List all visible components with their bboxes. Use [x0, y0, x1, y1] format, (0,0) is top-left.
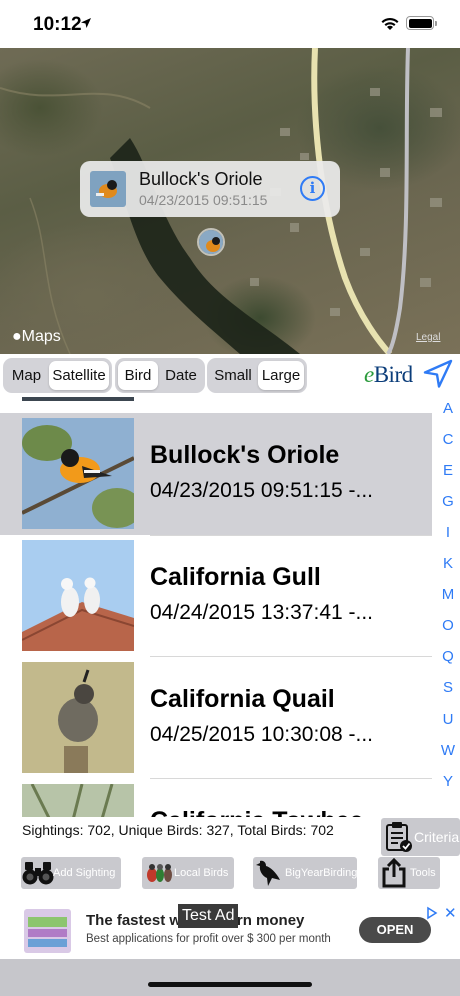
- size-small-segment[interactable]: Small: [210, 361, 256, 390]
- sort-segmented-control[interactable]: Bird Date: [115, 358, 205, 393]
- sort-date-segment[interactable]: Date: [160, 361, 202, 390]
- ebird-logo: eBird: [364, 362, 413, 387]
- map-type-segmented-control[interactable]: Map Satellite: [3, 358, 112, 393]
- map-pin-bird[interactable]: [197, 228, 225, 256]
- ad-banner[interactable]: The fastest way to earn money Best appli…: [0, 903, 460, 959]
- binoculars-icon: [22, 862, 54, 885]
- bird-thumbnail: [22, 418, 134, 529]
- index-letter-w[interactable]: W: [436, 742, 460, 759]
- table-row[interactable]: Bullock's Oriole 04/23/2015 09:51:15 -..…: [0, 413, 432, 535]
- table-row[interactable]: California Towhee: [0, 779, 432, 817]
- callout-bird-thumbnail: [90, 171, 126, 207]
- share-icon: [382, 858, 406, 888]
- callout-subtitle: 04/23/2015 09:51:15: [139, 192, 268, 208]
- index-letter-c[interactable]: C: [436, 431, 460, 448]
- index-letter-g[interactable]: G: [436, 493, 460, 510]
- bird-name: California Quail: [150, 685, 335, 713]
- bird-thumbnail: [22, 662, 134, 773]
- map-callout[interactable]: Bullock's Oriole 04/23/2015 09:51:15 i: [80, 161, 340, 217]
- wifi-icon: [381, 17, 399, 30]
- index-letter-o[interactable]: O: [436, 617, 460, 634]
- row-divider: [150, 535, 432, 536]
- sighting-datetime: 04/24/2015 13:37:41 -...: [150, 601, 374, 624]
- index-letter-y[interactable]: Y: [436, 773, 460, 790]
- index-letter-a[interactable]: A: [436, 400, 460, 417]
- bird-silhouette-icon: [256, 860, 280, 886]
- location-arrow-icon: [81, 18, 91, 28]
- adchoices-icon[interactable]: [425, 906, 439, 920]
- home-indicator[interactable]: [148, 982, 312, 987]
- big-year-birding-button[interactable]: BigYearBirding: [253, 857, 357, 889]
- birds-icon: [147, 864, 172, 882]
- index-letter-i[interactable]: I: [436, 524, 460, 541]
- ad-open-button[interactable]: OPEN: [359, 917, 431, 943]
- bird-name: California Gull: [150, 563, 321, 591]
- ad-thumbnail: [24, 909, 71, 953]
- maps-attribution: ●Maps: [12, 328, 61, 345]
- sighting-datetime: 04/23/2015 09:51:15 -...: [150, 479, 374, 502]
- index-letter-m[interactable]: M: [436, 586, 460, 603]
- table-row[interactable]: California Quail 04/25/2015 10:30:08 -..…: [0, 657, 432, 779]
- callout-title: Bullock's Oriole: [139, 169, 263, 189]
- sighting-datetime: 04/25/2015 10:30:08 -...: [150, 723, 374, 746]
- sightings-summary: Sightings: 702, Unique Birds: 327, Total…: [22, 822, 334, 838]
- local-birds-button[interactable]: Local Birds: [142, 857, 234, 889]
- current-location-icon[interactable]: [422, 358, 454, 390]
- bird-thumbnail: [22, 540, 134, 651]
- legal-link[interactable]: Legal: [416, 332, 440, 343]
- test-ad-badge: Test Ad: [178, 904, 239, 928]
- index-letter-s[interactable]: S: [436, 679, 460, 696]
- table-row[interactable]: [0, 397, 432, 407]
- ad-subtitle: Best applications for profit over $ 300 …: [86, 933, 331, 945]
- battery-icon: [406, 16, 437, 30]
- bottom-safe-area: [0, 959, 460, 996]
- bird-name: California Towhee: [150, 807, 363, 817]
- clipboard-check-icon: [386, 822, 412, 852]
- apple-logo-icon: ●: [12, 328, 22, 345]
- info-icon[interactable]: i: [300, 176, 325, 201]
- status-bar: 10:12: [0, 0, 460, 48]
- map-type-satellite-segment[interactable]: Satellite: [49, 361, 109, 390]
- index-letter-e[interactable]: E: [436, 462, 460, 479]
- tools-button[interactable]: Tools: [378, 857, 440, 889]
- bird-name: Bullock's Oriole: [150, 441, 340, 469]
- ad-close-icon[interactable]: ✕: [444, 904, 457, 922]
- add-sighting-button[interactable]: Add Sighting: [21, 857, 121, 889]
- sort-bird-segment[interactable]: Bird: [118, 361, 158, 390]
- index-letter-k[interactable]: K: [436, 555, 460, 572]
- criteria-button[interactable]: Criteria: [381, 818, 460, 856]
- size-large-segment[interactable]: Large: [258, 361, 304, 390]
- table-row[interactable]: California Gull 04/24/2015 13:37:41 -...: [0, 535, 432, 657]
- sightings-list[interactable]: Bullock's Oriole 04/23/2015 09:51:15 -..…: [0, 397, 432, 817]
- satellite-map[interactable]: Bullock's Oriole 04/23/2015 09:51:15 i ●…: [0, 48, 460, 354]
- index-letter-u[interactable]: U: [436, 711, 460, 728]
- index-letter-q[interactable]: Q: [436, 648, 460, 665]
- bird-thumbnail: [22, 397, 134, 401]
- status-time: 10:12: [33, 14, 82, 35]
- size-segmented-control[interactable]: Small Large: [207, 358, 307, 393]
- bird-thumbnail: [22, 784, 134, 817]
- map-type-map-segment[interactable]: Map: [6, 361, 47, 390]
